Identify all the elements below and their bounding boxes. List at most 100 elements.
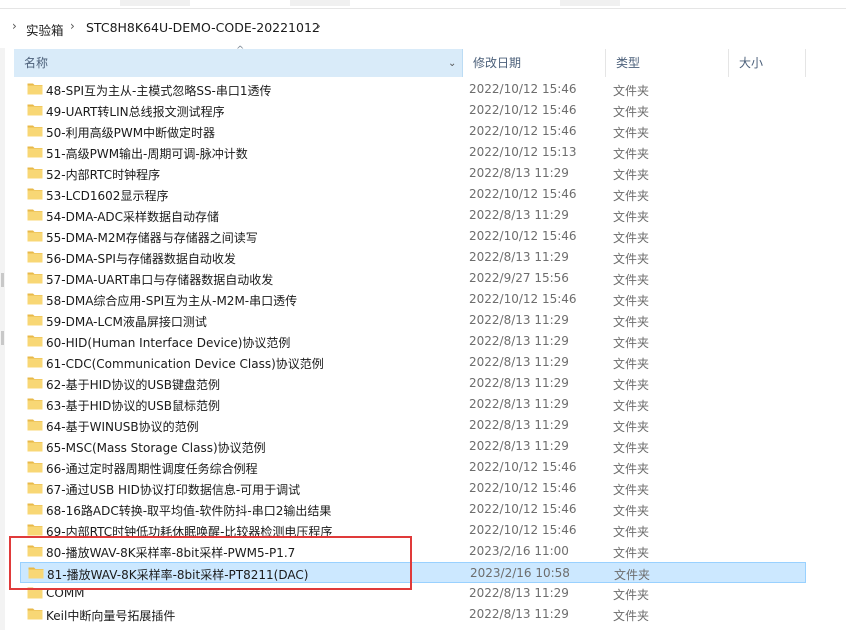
- file-type: 文件夹: [613, 378, 650, 392]
- file-name[interactable]: 54-DMA-ADC采样数据自动存储: [46, 208, 219, 225]
- file-row[interactable]: 58-DMA综合应用-SPI互为主从-M2M-串口透传 2022/10/12 15…: [20, 289, 806, 310]
- file-name[interactable]: 49-UART转LIN总线报文测试程序: [46, 103, 225, 120]
- file-row[interactable]: 50-利用高级PWM中断做定时器 2022/10/12 15:46 文件夹: [20, 121, 806, 142]
- file-type: 文件夹: [613, 483, 650, 497]
- file-row[interactable]: 51-高级PWM输出-周期可调-脉冲计数 2022/10/12 15:13 文件夹: [20, 142, 806, 163]
- file-date: 2022/10/12 15:46: [469, 481, 577, 495]
- file-name[interactable]: 57-DMA-UART串口与存储器数据自动收发: [46, 271, 273, 288]
- file-date: 2022/8/13 11:29: [469, 250, 569, 264]
- folder-icon: [27, 419, 43, 431]
- file-name[interactable]: 60-HID(Human Interface Device)协议范例: [46, 334, 290, 351]
- file-date: 2022/8/13 11:29: [469, 586, 569, 600]
- file-type: 文件夹: [613, 609, 650, 623]
- file-name[interactable]: Keil中断向量号拓展插件: [46, 607, 175, 624]
- file-name[interactable]: 61-CDC(Communication Device Class)协议范例: [46, 355, 324, 372]
- file-row[interactable]: Keil中断向量号拓展插件 2022/8/13 11:29 文件夹: [20, 604, 806, 625]
- scroll-mark: [1, 273, 4, 287]
- file-name[interactable]: 50-利用高级PWM中断做定时器: [46, 124, 215, 141]
- file-date: 2022/10/12 15:46: [469, 502, 577, 516]
- file-name[interactable]: 51-高级PWM输出-周期可调-脉冲计数: [46, 145, 248, 162]
- file-date: 2022/8/13 11:29: [469, 166, 569, 180]
- folder-icon: [27, 272, 43, 284]
- file-name[interactable]: 56-DMA-SPI与存储器数据自动收发: [46, 250, 236, 267]
- file-date: 2022/10/12 15:46: [469, 292, 577, 306]
- file-date: 2022/10/12 15:46: [469, 229, 577, 243]
- column-header-size[interactable]: 大小: [729, 49, 806, 77]
- file-date: 2022/10/12 15:46: [469, 82, 577, 96]
- file-row[interactable]: 56-DMA-SPI与存储器数据自动收发 2022/8/13 11:29 文件夹: [20, 247, 806, 268]
- file-row[interactable]: 61-CDC(Communication Device Class)协议范例 20…: [20, 352, 806, 373]
- file-date: 2022/8/13 11:29: [469, 208, 569, 222]
- file-name[interactable]: 62-基于HID协议的USB键盘范例: [46, 376, 220, 393]
- file-date: 2022/8/13 11:29: [469, 397, 569, 411]
- file-type: 文件夹: [613, 399, 650, 413]
- navigation-pane-edge: [0, 48, 5, 630]
- file-row[interactable]: 60-HID(Human Interface Device)协议范例 2022/8…: [20, 331, 806, 352]
- column-header-type[interactable]: 类型: [606, 49, 729, 77]
- file-date: 2022/8/13 11:29: [469, 607, 569, 621]
- file-type: 文件夹: [614, 568, 651, 582]
- file-name[interactable]: 65-MSC(Mass Storage Class)协议范例: [46, 439, 266, 456]
- folder-icon: [27, 230, 43, 242]
- file-type: 文件夹: [613, 168, 650, 182]
- file-row[interactable]: 66-通过定时器周期性调度任务综合例程 2022/10/12 15:46 文件夹: [20, 457, 806, 478]
- file-row[interactable]: 65-MSC(Mass Storage Class)协议范例 2022/8/13 …: [20, 436, 806, 457]
- file-name[interactable]: 58-DMA综合应用-SPI互为主从-M2M-串口透传: [46, 292, 297, 309]
- file-name[interactable]: 67-通过USB HID协议打印数据信息-可用于调试: [46, 481, 300, 498]
- column-header-label: 类型: [616, 56, 641, 70]
- file-type: 文件夹: [613, 315, 650, 329]
- folder-icon: [27, 209, 43, 221]
- folder-icon: [27, 377, 43, 389]
- file-type: 文件夹: [613, 84, 650, 98]
- folder-icon: [27, 293, 43, 305]
- file-row[interactable]: 68-16路ADC转换-取平均值-软件防抖-串口2输出结果 2022/10/12 …: [20, 499, 806, 520]
- file-row[interactable]: 57-DMA-UART串口与存储器数据自动收发 2022/9/27 15:56 文件…: [20, 268, 806, 289]
- file-type: 文件夹: [613, 273, 650, 287]
- chevron-right-icon[interactable]: ›: [70, 19, 75, 33]
- file-row[interactable]: 64-基于WINUSB协议的范例 2022/8/13 11:29 文件夹: [20, 415, 806, 436]
- file-name[interactable]: 66-通过定时器周期性调度任务综合例程: [46, 460, 258, 477]
- column-header-label: 大小: [739, 56, 764, 70]
- chevron-right-icon[interactable]: ›: [316, 19, 321, 33]
- breadcrumb-segment[interactable]: STC8H8K64U-DEMO-CODE-20221012: [86, 20, 320, 35]
- toolbar-stub[interactable]: [290, 0, 350, 6]
- file-row[interactable]: 63-基于HID协议的USB鼠标范例 2022/8/13 11:29 文件夹: [20, 394, 806, 415]
- file-name[interactable]: 48-SPI互为主从-主模式忽略SS-串口1透传: [46, 82, 272, 99]
- column-header-name[interactable]: ^ 名称 ⌄: [14, 45, 463, 78]
- toolbar-strip: [0, 0, 846, 9]
- file-type: 文件夹: [613, 336, 650, 350]
- file-type: 文件夹: [613, 147, 650, 161]
- file-row[interactable]: 48-SPI互为主从-主模式忽略SS-串口1透传 2022/10/12 15:46…: [20, 79, 806, 100]
- file-type: 文件夹: [613, 441, 650, 455]
- column-header-date[interactable]: 修改日期: [463, 49, 606, 77]
- address-bar[interactable]: › 实验箱 › STC8H8K64U-DEMO-CODE-20221012 ›: [8, 12, 840, 42]
- file-type: 文件夹: [613, 504, 650, 518]
- folder-icon: [27, 356, 43, 368]
- file-row[interactable]: 53-LCD1602显示程序 2022/10/12 15:46 文件夹: [20, 184, 806, 205]
- file-name[interactable]: 64-基于WINUSB协议的范例: [46, 418, 199, 435]
- file-row[interactable]: 55-DMA-M2M存储器与存储器之间读写 2022/10/12 15:46 文件夹: [20, 226, 806, 247]
- toolbar-stub[interactable]: [560, 0, 620, 6]
- file-name[interactable]: 59-DMA-LCM液晶屏接口测试: [46, 313, 207, 330]
- file-name[interactable]: 53-LCD1602显示程序: [46, 187, 168, 204]
- file-row[interactable]: 54-DMA-ADC采样数据自动存储 2022/8/13 11:29 文件夹: [20, 205, 806, 226]
- file-name[interactable]: 52-内部RTC时钟程序: [46, 166, 160, 183]
- toolbar-stub[interactable]: [120, 0, 190, 6]
- file-row[interactable]: 49-UART转LIN总线报文测试程序 2022/10/12 15:46 文件夹: [20, 100, 806, 121]
- file-name[interactable]: 68-16路ADC转换-取平均值-软件防抖-串口2输出结果: [46, 502, 331, 519]
- file-name[interactable]: 63-基于HID协议的USB鼠标范例: [46, 397, 220, 414]
- file-type: 文件夹: [613, 420, 650, 434]
- folder-icon: [27, 125, 43, 137]
- file-row[interactable]: 59-DMA-LCM液晶屏接口测试 2022/8/13 11:29 文件夹: [20, 310, 806, 331]
- file-type: 文件夹: [613, 357, 650, 371]
- file-type: 文件夹: [613, 210, 650, 224]
- file-row[interactable]: 62-基于HID协议的USB键盘范例 2022/8/13 11:29 文件夹: [20, 373, 806, 394]
- chevron-down-icon[interactable]: ⌄: [448, 50, 456, 78]
- file-row[interactable]: 52-内部RTC时钟程序 2022/8/13 11:29 文件夹: [20, 163, 806, 184]
- file-name[interactable]: 55-DMA-M2M存储器与存储器之间读写: [46, 229, 258, 246]
- folder-icon: [27, 83, 43, 95]
- folder-icon: [27, 188, 43, 200]
- file-row[interactable]: 67-通过USB HID协议打印数据信息-可用于调试 2022/10/12 15:…: [20, 478, 806, 499]
- breadcrumb-segment[interactable]: 实验箱: [26, 20, 64, 39]
- chevron-right-icon[interactable]: ›: [12, 19, 17, 33]
